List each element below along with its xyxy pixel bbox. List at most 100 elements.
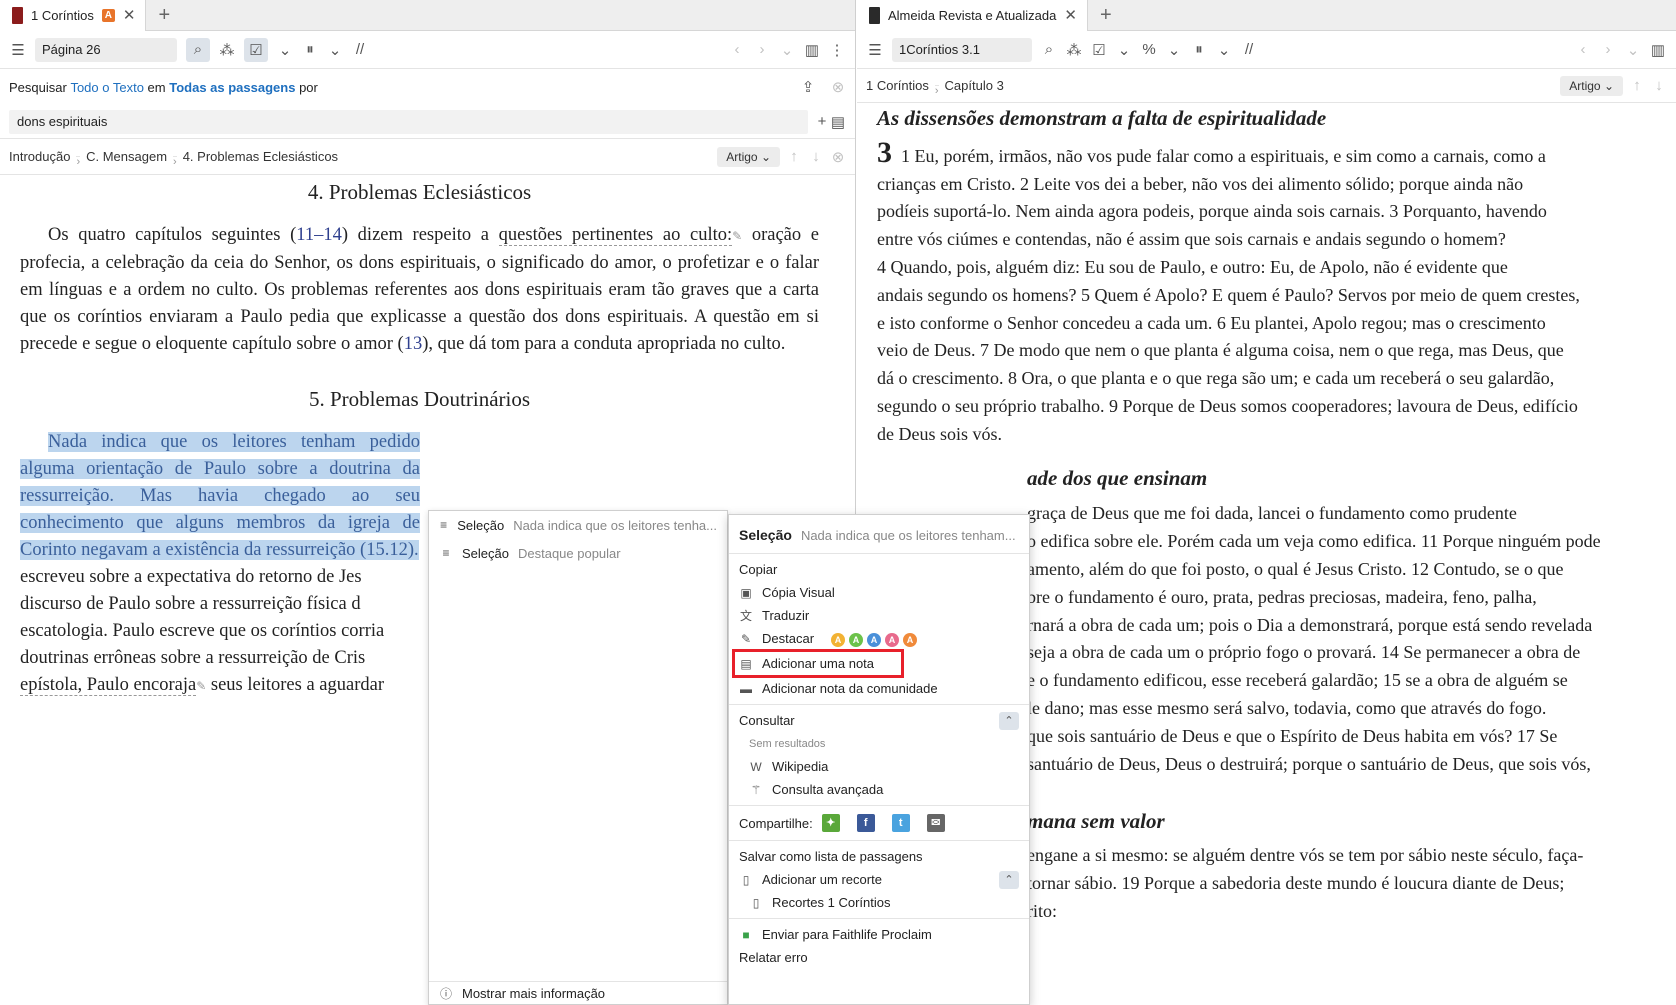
- collapse-icon[interactable]: ⌃: [999, 711, 1019, 730]
- verse-line[interactable]: crianças em Cristo. 2 Leite vos dei a be…: [877, 171, 1660, 199]
- verse-line[interactable]: dá o crescimento. 8 Ora, o que planta e …: [877, 365, 1660, 393]
- verse-line[interactable]: graça de Deus que me foi dada, lancei o …: [1027, 500, 1660, 528]
- link-set-icon[interactable]: //: [1241, 40, 1257, 60]
- verse-line[interactable]: de Deus sois vós.: [877, 421, 1660, 449]
- facebook-icon[interactable]: f: [856, 814, 875, 832]
- copy-menu-item[interactable]: Copiar: [729, 558, 1029, 581]
- report-error-menu-item[interactable]: Relatar erro: [729, 946, 1029, 969]
- split-view-icon[interactable]: ▥: [1650, 40, 1666, 60]
- search-icon[interactable]: ⌕: [1041, 40, 1057, 60]
- tab-almeida[interactable]: Almeida Revista e Atualizada ✕: [857, 0, 1088, 31]
- chevron-down-icon[interactable]: ⌄: [1216, 40, 1232, 60]
- translate-menu-item[interactable]: 文 Traduzir: [729, 604, 1029, 627]
- menu-icon[interactable]: ☰: [10, 40, 26, 60]
- verse-line[interactable]: le dano; mas esse mesmo será salvo, toda…: [1027, 695, 1660, 723]
- verse-line[interactable]: segundo o seu próprio trabalho. 9 Porque…: [877, 393, 1660, 421]
- chevron-down-icon[interactable]: ⌄: [1166, 40, 1182, 60]
- breadcrumb-item[interactable]: 4. Problemas Eclesiásticos: [183, 149, 338, 164]
- arrow-up-icon[interactable]: ↑: [786, 147, 802, 167]
- search-scope-text[interactable]: Todo o Texto: [70, 80, 143, 95]
- verse-line[interactable]: que sois santuário de Deus e que o Espír…: [1027, 723, 1660, 751]
- verse-line[interactable]: rnará a obra de cada um; pois o Dia a de…: [1027, 612, 1660, 640]
- collapse-icon[interactable]: ⌃: [999, 870, 1019, 889]
- verse-line[interactable]: andais segundo os homens? 5 Quem é Apolo…: [877, 282, 1660, 310]
- tab-1corintios[interactable]: 1 Coríntios A ✕: [0, 0, 147, 31]
- add-community-note-menu-item[interactable]: ▬ Adicionar nota da comunidade: [729, 677, 1029, 700]
- faithlife-icon[interactable]: ✦: [821, 814, 840, 832]
- verse-line[interactable]: 4 Quando, pois, alguém diz: Eu sou de Pa…: [877, 254, 1660, 282]
- breadcrumb-item[interactable]: C. Mensagem: [86, 149, 167, 164]
- link-set-icon[interactable]: //: [352, 40, 368, 60]
- verse-line[interactable]: amento, além do que foi posto, o qual é …: [1027, 556, 1660, 584]
- popup-item[interactable]: ≡ Seleção Nada indica que os leitores ten…: [429, 511, 727, 539]
- back-icon[interactable]: ‹: [1575, 40, 1591, 60]
- parallel-icon[interactable]: ⏸: [302, 40, 318, 60]
- highlight-color-swatch[interactable]: A: [903, 632, 918, 647]
- split-view-icon[interactable]: ▥: [804, 40, 820, 60]
- verse-line[interactable]: seja a obra de cada um o próprio fogo o …: [1027, 639, 1660, 667]
- visual-copy-menu-item[interactable]: ▣ Cópia Visual: [729, 581, 1029, 604]
- show-more-info[interactable]: ⓘ Mostrar mais informação: [429, 981, 727, 1004]
- verse-line[interactable]: o edifica sobre ele. Porém cada um veja …: [1027, 528, 1660, 556]
- breadcrumb-item[interactable]: Introdução: [9, 149, 70, 164]
- highlight-swatches[interactable]: AAAAA: [831, 631, 921, 647]
- reference-input[interactable]: 1Coríntios 3.1: [892, 37, 1032, 62]
- highlight-color-swatch[interactable]: A: [867, 632, 882, 647]
- menu-icon[interactable]: ☰: [867, 40, 883, 60]
- wikipedia-menu-item[interactable]: W Wikipedia: [729, 755, 1029, 778]
- highlight-menu-item[interactable]: ✎ Destacar AAAAA: [729, 627, 1029, 650]
- add-icon[interactable]: +: [814, 112, 830, 132]
- arrow-down-icon[interactable]: ↓: [808, 147, 824, 167]
- twitter-icon[interactable]: t: [891, 814, 910, 832]
- advanced-search-menu-item[interactable]: ⚚ Consulta avançada: [729, 778, 1029, 801]
- highlight-color-swatch[interactable]: A: [885, 632, 900, 647]
- save-passage-list-menu-item[interactable]: Salvar como lista de passagens: [729, 845, 1029, 868]
- highlight-color-swatch[interactable]: A: [831, 632, 846, 647]
- new-tab-button[interactable]: +: [158, 4, 170, 27]
- back-icon[interactable]: ‹: [729, 40, 745, 60]
- verse-line[interactable]: santuário de Deus, Deus o destruirá; por…: [1027, 751, 1660, 779]
- verse-line[interactable]: podíeis suportá-lo. Nem ainda agora pode…: [877, 198, 1660, 226]
- highlight-color-swatch[interactable]: A: [849, 632, 864, 647]
- visual-filter-icon[interactable]: ⁂: [219, 40, 235, 60]
- verse-line[interactable]: veio de Deus. 7 De modo que nem o que pl…: [877, 337, 1660, 365]
- verse-line[interactable]: 1 Eu, porém, irmãos, não vos pude falar …: [877, 143, 1660, 171]
- arrow-down-icon[interactable]: ↓: [1651, 76, 1667, 96]
- interlinear-icon[interactable]: %: [1141, 40, 1157, 60]
- forward-icon[interactable]: ›: [1600, 40, 1616, 60]
- close-tab-icon[interactable]: ✕: [123, 6, 136, 24]
- consult-section[interactable]: Consultar ⌃: [729, 709, 1029, 732]
- checklist-icon[interactable]: ☑: [1091, 40, 1107, 60]
- scripture-link[interactable]: 11–14: [296, 225, 342, 245]
- chevron-down-icon[interactable]: ⌄: [1116, 40, 1132, 60]
- breadcrumb-item[interactable]: 1 Coríntios: [866, 78, 929, 93]
- arrow-up-icon[interactable]: ↑: [1629, 76, 1645, 96]
- visual-filter-icon[interactable]: ⁂: [1066, 40, 1082, 60]
- close-icon[interactable]: ⊗: [830, 147, 846, 167]
- article-dropdown[interactable]: Artigo ⌄: [717, 146, 780, 167]
- verse-line[interactable]: e o fundamento edificou, esse receberá g…: [1027, 667, 1660, 695]
- share-icon[interactable]: ⇪: [800, 77, 816, 97]
- scripture-link[interactable]: 13: [404, 334, 423, 354]
- breadcrumb-item[interactable]: Capítulo 3: [945, 78, 1004, 93]
- checklist-icon[interactable]: ☑: [244, 37, 268, 62]
- forward-icon[interactable]: ›: [754, 40, 770, 60]
- clippings-menu-item[interactable]: ▯ Recortes 1 Coríntios: [729, 891, 1029, 914]
- email-icon[interactable]: ✉: [926, 814, 945, 832]
- page-input[interactable]: Página 26: [35, 37, 177, 62]
- verse-line[interactable]: entre vós ciúmes e contendas, não é assi…: [877, 226, 1660, 254]
- keyboard-icon[interactable]: ▤: [830, 112, 846, 132]
- search-query-input[interactable]: dons espirituais: [9, 109, 808, 134]
- search-scope-passages[interactable]: Todas as passagens: [169, 80, 295, 95]
- close-tab-icon[interactable]: ✕: [1064, 6, 1077, 24]
- article-dropdown[interactable]: Artigo ⌄: [1560, 75, 1623, 96]
- parallel-icon[interactable]: ⏸: [1191, 40, 1207, 60]
- verse-line[interactable]: e isto conforme o Senhor concedeu a cada…: [877, 310, 1660, 338]
- popup-item[interactable]: ≡ Seleção Destaque popular: [429, 539, 727, 567]
- chevron-down-icon[interactable]: ⌄: [327, 40, 343, 60]
- verse-line[interactable]: engane a si mesmo: se alguém dentre vós …: [1027, 842, 1660, 870]
- proclaim-menu-item[interactable]: ■ Enviar para Faithlife Proclaim: [729, 923, 1029, 946]
- verse-line[interactable]: bre o fundamento é ouro, prata, pedras p…: [1027, 584, 1660, 612]
- search-icon[interactable]: ⌕: [186, 37, 210, 62]
- add-clipping-menu-item[interactable]: ▯ Adicionar um recorte ⌃: [729, 868, 1029, 891]
